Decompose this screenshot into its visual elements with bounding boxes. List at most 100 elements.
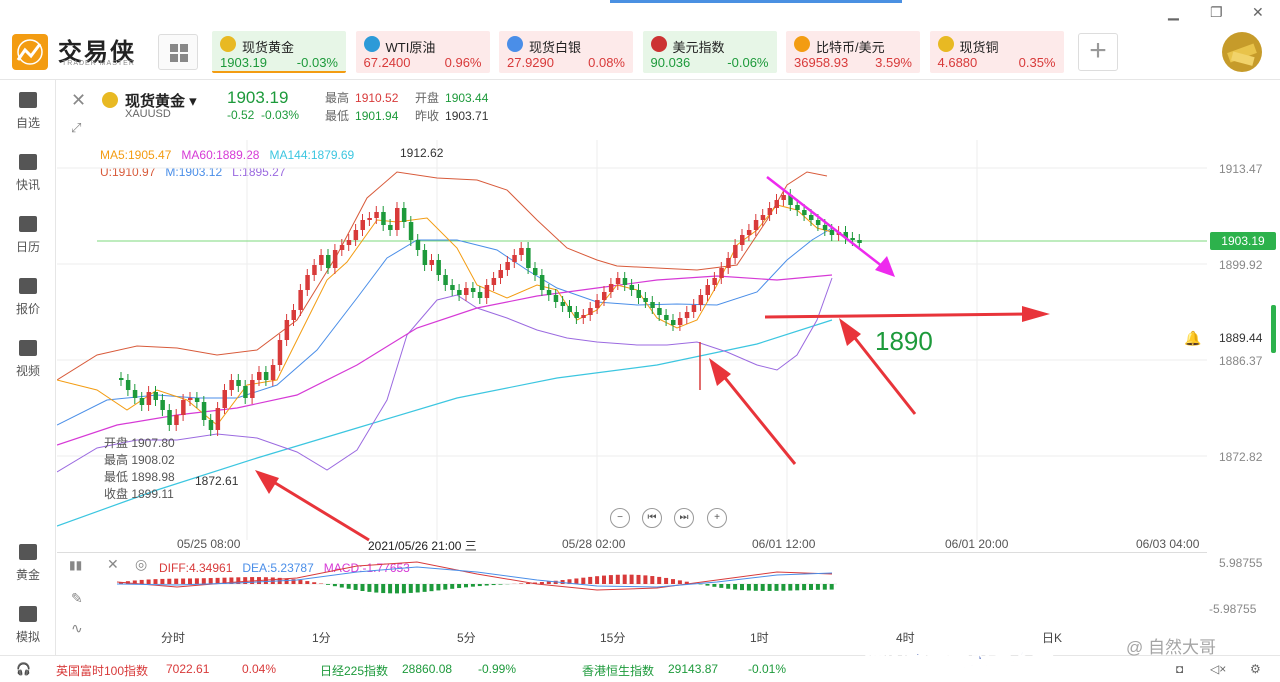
zoom-out-button[interactable]: −: [610, 508, 630, 528]
macd-bar: [498, 584, 503, 585]
drawing-tool-icon[interactable]: ∿: [71, 620, 83, 637]
quote-name: 现货白银: [529, 40, 582, 55]
macd-bar: [339, 584, 344, 588]
news-icon: [19, 154, 37, 170]
macd-bar: [636, 574, 641, 584]
quote-card[interactable]: 美元指数 90.036 -0.06%: [642, 31, 777, 73]
trend-arrow: [766, 176, 888, 271]
add-quote-button[interactable]: +: [1078, 33, 1118, 71]
candle-body: [671, 320, 676, 325]
grid-menu-button[interactable]: [158, 34, 198, 70]
avatar[interactable]: [1222, 32, 1262, 72]
sidebar-item[interactable]: 视频: [0, 340, 56, 390]
scroll-left-button[interactable]: ⏮: [642, 508, 662, 528]
gold-coin-icon: [220, 36, 236, 52]
close-window-icon[interactable]: ✕: [1252, 4, 1264, 21]
macd-bar: [332, 584, 337, 587]
candle-body: [774, 200, 779, 208]
sidebar-item[interactable]: 快讯: [0, 154, 56, 204]
candle-body: [298, 290, 303, 310]
macd-bar: [746, 584, 751, 591]
macd-bar: [788, 584, 793, 591]
scroll-right-button[interactable]: ⏭: [674, 508, 694, 528]
macd-bar: [574, 578, 579, 584]
candle-body: [726, 258, 731, 268]
candle-body: [602, 292, 607, 300]
bookmark-icon: [19, 92, 37, 108]
candle-body: [401, 208, 407, 222]
tab-timeframe[interactable]: 1分: [312, 629, 331, 646]
restore-icon[interactable]: ❐: [1210, 4, 1223, 21]
candle-body: [436, 260, 441, 275]
quote-price: 1903.19: [220, 55, 267, 70]
macd-bar: [312, 582, 317, 584]
macd-bar: [622, 574, 627, 584]
candle-body: [194, 398, 200, 402]
macd-bar: [160, 578, 165, 584]
sidebar-item[interactable]: 黄金: [0, 544, 56, 594]
macd-bar: [381, 584, 386, 594]
candle-body: [388, 225, 393, 230]
mute-icon[interactable]: ◁×: [1210, 662, 1226, 676]
camera-icon[interactable]: ◘: [1176, 662, 1183, 676]
candle-body: [263, 372, 269, 380]
macd-bar: [457, 584, 462, 589]
macd-bar: [305, 581, 310, 584]
quote-name: 现货黄金: [242, 40, 295, 55]
candle-body: [505, 262, 510, 270]
macd-bar: [346, 584, 351, 589]
quote-card[interactable]: 现货黄金 1903.19 -0.03%: [212, 31, 346, 73]
tab-timeframe[interactable]: 1时: [750, 629, 769, 646]
candle-body: [498, 270, 503, 278]
minimize-icon[interactable]: ▁: [1168, 4, 1179, 21]
macd-bar: [360, 584, 365, 591]
macd-bar: [733, 584, 738, 590]
macd-bar: [208, 578, 213, 584]
settings-icon[interactable]: ⚙: [1250, 662, 1261, 676]
tab-timeframe[interactable]: 分时: [161, 629, 185, 646]
quote-name: 现货铜: [959, 40, 999, 55]
candle-body: [802, 210, 807, 215]
zoom-in-button[interactable]: +: [707, 508, 727, 528]
candle-body: [491, 278, 497, 285]
ticker-price: 29143.87: [668, 662, 719, 676]
quote-card[interactable]: WTI原油 67.2400 0.96%: [355, 31, 490, 73]
macd-bar: [829, 584, 834, 590]
candle-body: [650, 302, 655, 308]
candle-body: [339, 245, 345, 250]
pencil-icon[interactable]: ✎: [71, 590, 83, 607]
scroll-handle[interactable]: [1271, 305, 1276, 353]
macd-bar: [650, 576, 655, 584]
sidebar-item-label: 视频: [15, 364, 40, 378]
sidebar-item[interactable]: 日历: [0, 216, 56, 266]
ticker-name: 英国富时100指数: [56, 664, 149, 678]
macd-axis-bottom: -5.98755: [1209, 602, 1257, 616]
quote-card[interactable]: 现货白银 27.9290 0.08%: [499, 31, 633, 73]
macd-bar: [664, 577, 669, 584]
gold-bar-icon: [19, 544, 37, 560]
tab-timeframe[interactable]: 15分: [600, 629, 625, 646]
trough-label: 1872.61: [195, 474, 239, 488]
sidebar-item[interactable]: 模拟: [0, 606, 56, 656]
candle-body: [712, 278, 717, 285]
sidebar-item[interactable]: 自选: [0, 92, 56, 142]
candle-body: [560, 302, 566, 306]
tab-timeframe[interactable]: 5分: [457, 629, 476, 646]
quote-card[interactable]: 比特币/美元 36958.93 3.59%: [786, 31, 920, 73]
macd-bar: [815, 584, 820, 590]
quote-card[interactable]: 现货铜 4.6880 0.35%: [929, 31, 1064, 73]
bell-icon[interactable]: 🔔: [1184, 330, 1201, 347]
headset-icon[interactable]: 🎧: [16, 662, 31, 676]
annotation-1890: 1890: [875, 326, 933, 356]
price-axis-label: 1913.47: [1219, 162, 1263, 176]
sidebar-item[interactable]: 报价: [0, 278, 56, 328]
macd-bar: [705, 584, 710, 586]
macd-bar: [629, 574, 634, 584]
candle-body: [553, 295, 559, 302]
date-label: 06/01 12:00: [752, 537, 816, 551]
macd-bar: [401, 584, 406, 594]
candle-body: [395, 208, 400, 230]
macd-bar: [657, 576, 662, 584]
macd-bar: [484, 584, 489, 586]
candle-body: [740, 235, 745, 245]
